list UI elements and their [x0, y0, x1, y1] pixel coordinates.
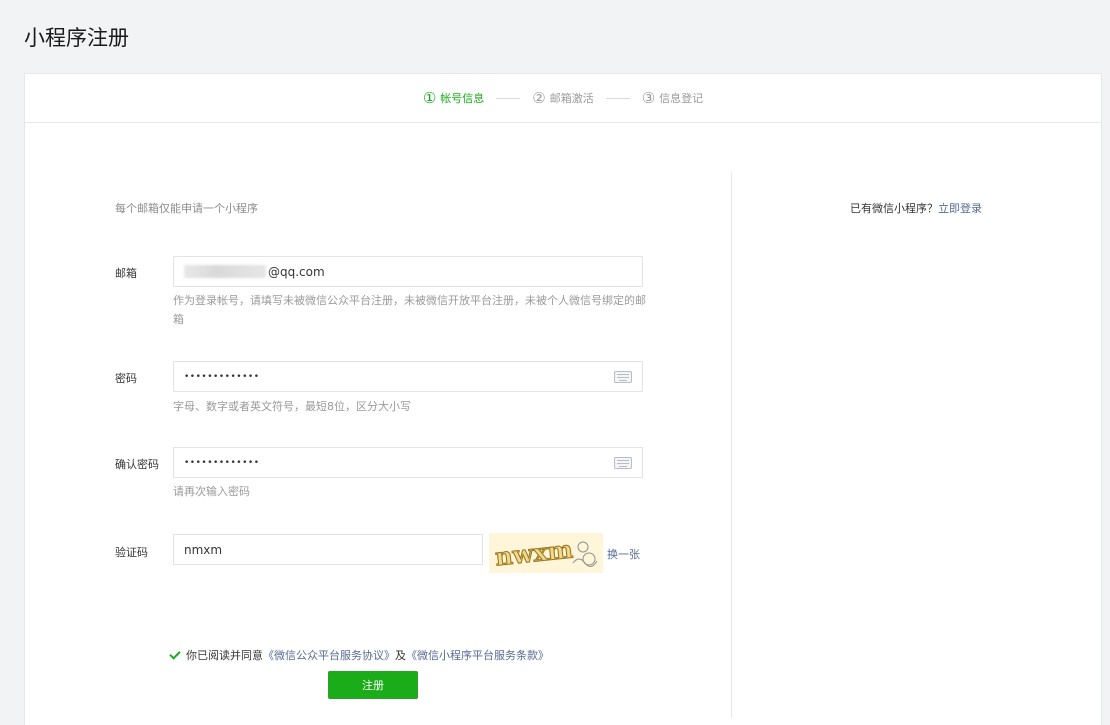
captcha-value: nmxm: [184, 542, 223, 557]
step-indicator: ① 帐号信息 ② 邮箱激活 ③ 信息登记: [25, 74, 1101, 123]
email-value: @qq.com: [268, 264, 325, 279]
step-number: ②: [532, 88, 546, 107]
step-connector: [605, 97, 630, 99]
agreement-row: 你已阅读并同意 《微信公众平台服务协议》 及 《微信小程序平台服务条款》: [169, 647, 549, 663]
agreement-and: 及: [395, 649, 406, 662]
step-number: ①: [422, 88, 437, 107]
password-field[interactable]: •••••••••••••: [173, 361, 643, 392]
miniprogram-terms-link[interactable]: 《微信小程序平台服务条款》: [406, 647, 549, 663]
password-label: 密码: [115, 372, 137, 385]
step-account-info: ① 帐号信息: [423, 90, 484, 106]
intro-text: 每个邮箱仅能申请一个小程序: [115, 202, 258, 215]
login-prompt: 已有微信小程序？立即登录: [850, 200, 982, 216]
page-title: 小程序注册: [24, 26, 129, 50]
keyboard-icon[interactable]: [614, 371, 632, 383]
password-hint: 字母、数字或者英文符号，最短8位，区分大小写: [173, 400, 411, 413]
registration-card: ① 帐号信息 ② 邮箱激活 ③ 信息登记 每个邮箱仅能申请一个小程序 邮箱 @q…: [24, 73, 1102, 725]
step-email-activation: ② 邮箱激活: [532, 90, 593, 106]
confirm-password-label: 确认密码: [115, 458, 159, 471]
step-connector: [496, 97, 521, 99]
captcha-label: 验证码: [115, 546, 148, 559]
captcha-input[interactable]: nmxm: [173, 534, 483, 565]
service-agreement-link[interactable]: 《微信公众平台服务协议》: [263, 647, 395, 663]
redacted-email-prefix: [184, 265, 266, 278]
password-value: •••••••••••••: [184, 371, 260, 382]
confirm-password-value: •••••••••••••: [184, 457, 260, 468]
confirm-password-hint: 请再次输入密码: [173, 485, 250, 498]
captcha-image[interactable]: nwxm: [489, 533, 603, 573]
email-hint: 作为登录帐号，请填写未被微信公众平台注册，未被微信开放平台注册，未被个人微信号绑…: [173, 294, 646, 326]
step-label: 邮箱激活: [549, 92, 594, 105]
agreement-checkbox[interactable]: [169, 649, 181, 661]
refresh-captcha-link[interactable]: 换一张: [607, 546, 640, 562]
keyboard-icon[interactable]: [614, 457, 632, 469]
step-info-registration: ③ 信息登记: [642, 90, 703, 106]
agreement-prefix: 你已阅读并同意: [186, 649, 263, 662]
step-label: 帐号信息: [440, 92, 485, 105]
step-number: ③: [641, 88, 656, 107]
captcha-graphic: nwxm: [489, 533, 603, 573]
vertical-divider: [731, 172, 732, 718]
email-field[interactable]: @qq.com: [173, 256, 643, 287]
register-button[interactable]: 注册: [328, 671, 418, 699]
login-prompt-text: 已有微信小程序？: [850, 202, 938, 215]
login-link[interactable]: 立即登录: [938, 202, 982, 215]
confirm-password-field[interactable]: •••••••••••••: [173, 447, 643, 478]
step-label: 信息登记: [659, 92, 704, 105]
email-label: 邮箱: [115, 267, 137, 280]
